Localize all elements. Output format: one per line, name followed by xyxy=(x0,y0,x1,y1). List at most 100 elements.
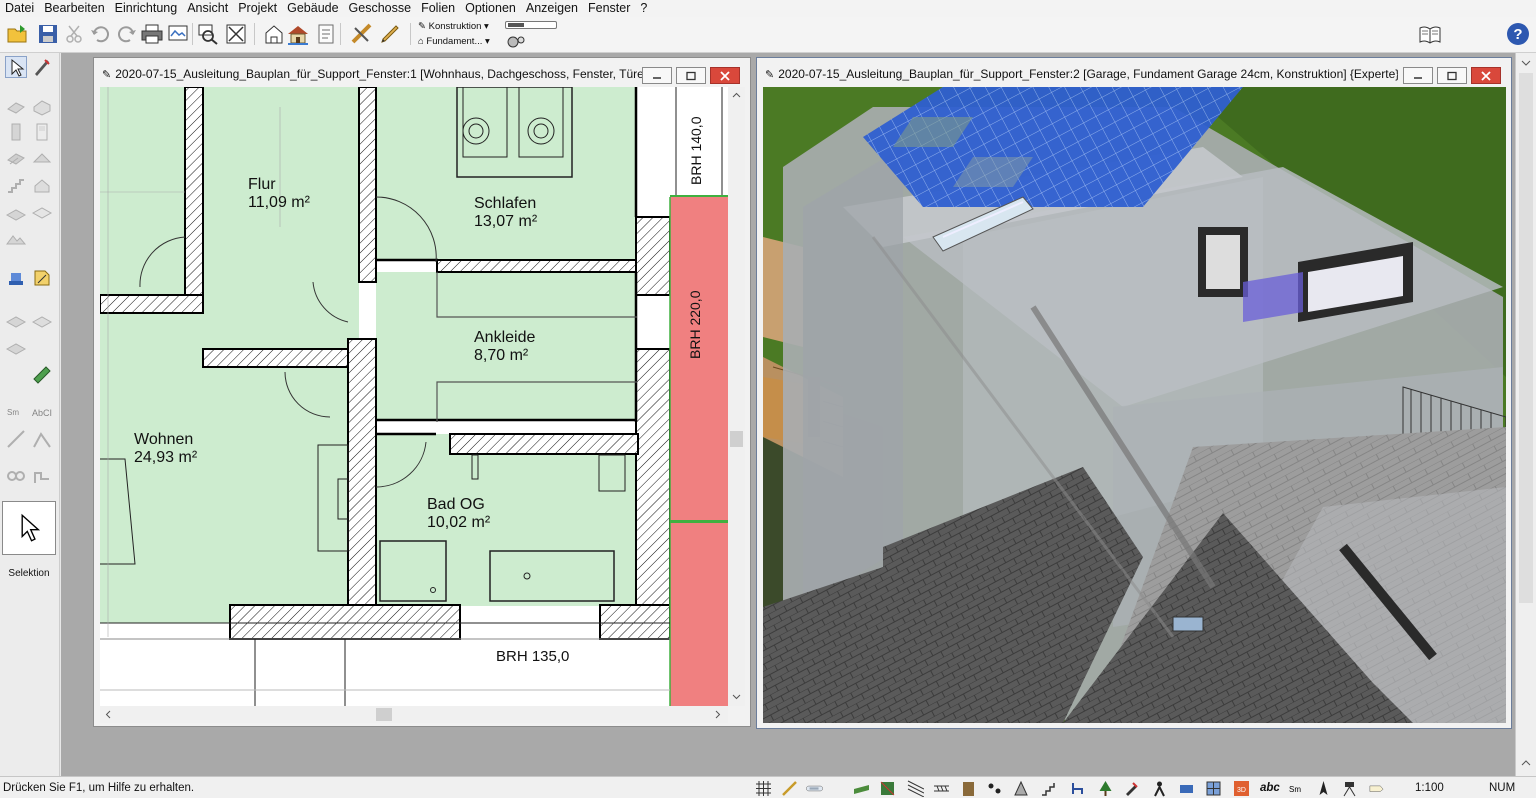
pipe-tool-icon[interactable] xyxy=(31,465,53,487)
wall-tool-2-icon[interactable] xyxy=(31,95,53,117)
selection-tool-button[interactable] xyxy=(2,501,56,555)
house-wire-icon[interactable] xyxy=(262,22,286,46)
menu-anzeigen[interactable]: Anzeigen xyxy=(521,0,583,17)
stair-mode-icon[interactable] xyxy=(1040,780,1057,797)
svg-text:3D: 3D xyxy=(1237,787,1246,794)
scale-mode-icon[interactable] xyxy=(1368,780,1404,797)
zoom-window-icon[interactable] xyxy=(196,22,220,46)
text-small-icon[interactable]: Sm xyxy=(5,401,27,423)
footprint-icon[interactable] xyxy=(986,780,1003,797)
3d-mode-icon[interactable]: 3D xyxy=(1233,780,1250,797)
menu-bar: Datei Bearbeiten Einrichtung Ansicht Pro… xyxy=(0,0,1536,17)
text-tool-icon[interactable]: AbCI xyxy=(31,401,53,423)
menu-projekt[interactable]: Projekt xyxy=(233,0,282,17)
mdi-right-scrollbar[interactable] xyxy=(1515,53,1536,776)
object-tool-icon[interactable] xyxy=(31,267,53,289)
foundation-dropdown[interactable]: ⌂ Fundament... ▾ xyxy=(418,36,490,47)
undo-icon[interactable] xyxy=(89,22,113,46)
plan-vertical-scrollbar[interactable] xyxy=(728,87,745,706)
pencil-tool-icon[interactable] xyxy=(378,22,402,46)
scale-readout[interactable]: 1:100 xyxy=(1415,782,1444,794)
dormer-tool-icon[interactable] xyxy=(31,174,53,196)
scroll-left-icon xyxy=(105,710,111,719)
stair-tool-icon[interactable] xyxy=(5,174,27,196)
menu-bearbeiten[interactable]: Bearbeiten xyxy=(39,0,109,17)
house-3d-icon[interactable] xyxy=(286,22,310,46)
menu-datei[interactable]: Datei xyxy=(0,0,39,17)
camera-mode-icon[interactable] xyxy=(1341,780,1358,797)
sofa-mode-icon[interactable] xyxy=(1178,780,1195,797)
scroll-up-icon xyxy=(732,92,741,98)
book-icon[interactable] xyxy=(1418,22,1442,46)
hatch-tool-icon[interactable] xyxy=(31,308,53,330)
slab-tool-icon[interactable] xyxy=(5,201,27,223)
zoom-all-icon[interactable] xyxy=(224,22,248,46)
grid-icon[interactable] xyxy=(755,780,772,797)
plan-horizontal-scrollbar[interactable] xyxy=(100,706,728,723)
terrain-mode-icon[interactable] xyxy=(853,780,870,797)
roof-tool-icon[interactable] xyxy=(31,148,53,170)
properties-icon[interactable] xyxy=(314,22,334,46)
plan-tool-icon[interactable] xyxy=(31,363,53,385)
menu-help[interactable]: ? xyxy=(635,0,652,17)
cut-icon[interactable] xyxy=(63,22,87,46)
room-label-schlafen: Schlafen 13,07 m² xyxy=(474,195,538,230)
help-icon[interactable]: ? xyxy=(1506,22,1530,46)
draw-line-icon[interactable] xyxy=(781,780,798,797)
text-mode-button[interactable]: abc xyxy=(1260,782,1280,794)
dimension-tool-icon[interactable] xyxy=(5,308,27,330)
layer-settings-icon[interactable] xyxy=(504,30,526,50)
door-tool-icon[interactable] xyxy=(31,121,53,143)
minimize-button[interactable] xyxy=(642,67,672,84)
measure-tool-icon[interactable] xyxy=(350,22,374,46)
open-folder-icon[interactable] xyxy=(6,22,30,46)
close-button[interactable] xyxy=(710,67,740,84)
ceiling-tool-icon[interactable] xyxy=(31,201,53,223)
transparency-slider[interactable] xyxy=(505,21,557,29)
hatch-mode-icon[interactable] xyxy=(907,780,925,798)
3d-view-canvas[interactable] xyxy=(763,87,1506,723)
minimize-button[interactable] xyxy=(1403,67,1433,84)
door-mode-icon[interactable] xyxy=(960,780,977,797)
roof-mode-icon[interactable] xyxy=(1013,780,1030,797)
redo-icon[interactable] xyxy=(114,22,138,46)
print-icon[interactable] xyxy=(140,22,164,46)
menu-gebaeude[interactable]: Gebäude xyxy=(282,0,343,17)
light-mode-icon[interactable] xyxy=(1123,780,1140,797)
person-mode-icon[interactable] xyxy=(1151,780,1168,797)
floor-plan-canvas[interactable]: Flur 11,09 m² Schlafen 13,07 m² Ankleide… xyxy=(100,87,728,706)
terrain-tool-icon[interactable] xyxy=(5,228,27,250)
window-tool-icon[interactable] xyxy=(5,148,27,170)
surface-mode-icon[interactable] xyxy=(879,780,896,797)
view3d-window-titlebar[interactable]: ✎ 2020-07-15_Ausleitung_Bauplan_für_Supp… xyxy=(757,58,1511,90)
chair-mode-icon[interactable] xyxy=(1069,780,1086,797)
menu-optionen[interactable]: Optionen xyxy=(460,0,521,17)
text-small-mode-icon[interactable]: Sm xyxy=(1288,780,1305,797)
menu-geschosse[interactable]: Geschosse xyxy=(344,0,417,17)
column-tool-icon[interactable] xyxy=(5,121,27,143)
tree-mode-icon[interactable] xyxy=(1097,780,1114,797)
menu-folien[interactable]: Folien xyxy=(416,0,460,17)
save-icon[interactable] xyxy=(36,22,60,46)
link-tool-icon[interactable] xyxy=(5,465,27,487)
maximize-button[interactable] xyxy=(1437,67,1467,84)
close-button[interactable] xyxy=(1471,67,1501,84)
north-arrow-icon[interactable] xyxy=(1315,780,1332,797)
dimension-mode-icon[interactable] xyxy=(806,780,844,797)
window-mode-icon[interactable] xyxy=(1205,780,1222,797)
edit-tool-icon[interactable] xyxy=(31,56,53,78)
construction-dropdown[interactable]: ✎ Konstruktion ▾ xyxy=(418,21,489,32)
area-tool-icon[interactable] xyxy=(5,335,27,357)
maximize-button[interactable] xyxy=(676,67,706,84)
menu-ansicht[interactable]: Ansicht xyxy=(182,0,233,17)
pointer-tool-icon[interactable] xyxy=(5,56,27,78)
plan-window-title: 2020-07-15_Ausleitung_Bauplan_für_Suppor… xyxy=(115,67,654,81)
wall-mode-icon[interactable] xyxy=(933,780,950,797)
wall-tool-icon[interactable] xyxy=(5,95,27,117)
menu-einrichtung[interactable]: Einrichtung xyxy=(110,0,183,17)
line-tool-icon[interactable] xyxy=(5,428,27,450)
polyline-tool-icon[interactable] xyxy=(31,428,53,450)
print-preview-icon[interactable] xyxy=(166,22,190,46)
menu-fenster[interactable]: Fenster xyxy=(583,0,635,17)
furniture-tool-icon[interactable] xyxy=(5,267,27,289)
